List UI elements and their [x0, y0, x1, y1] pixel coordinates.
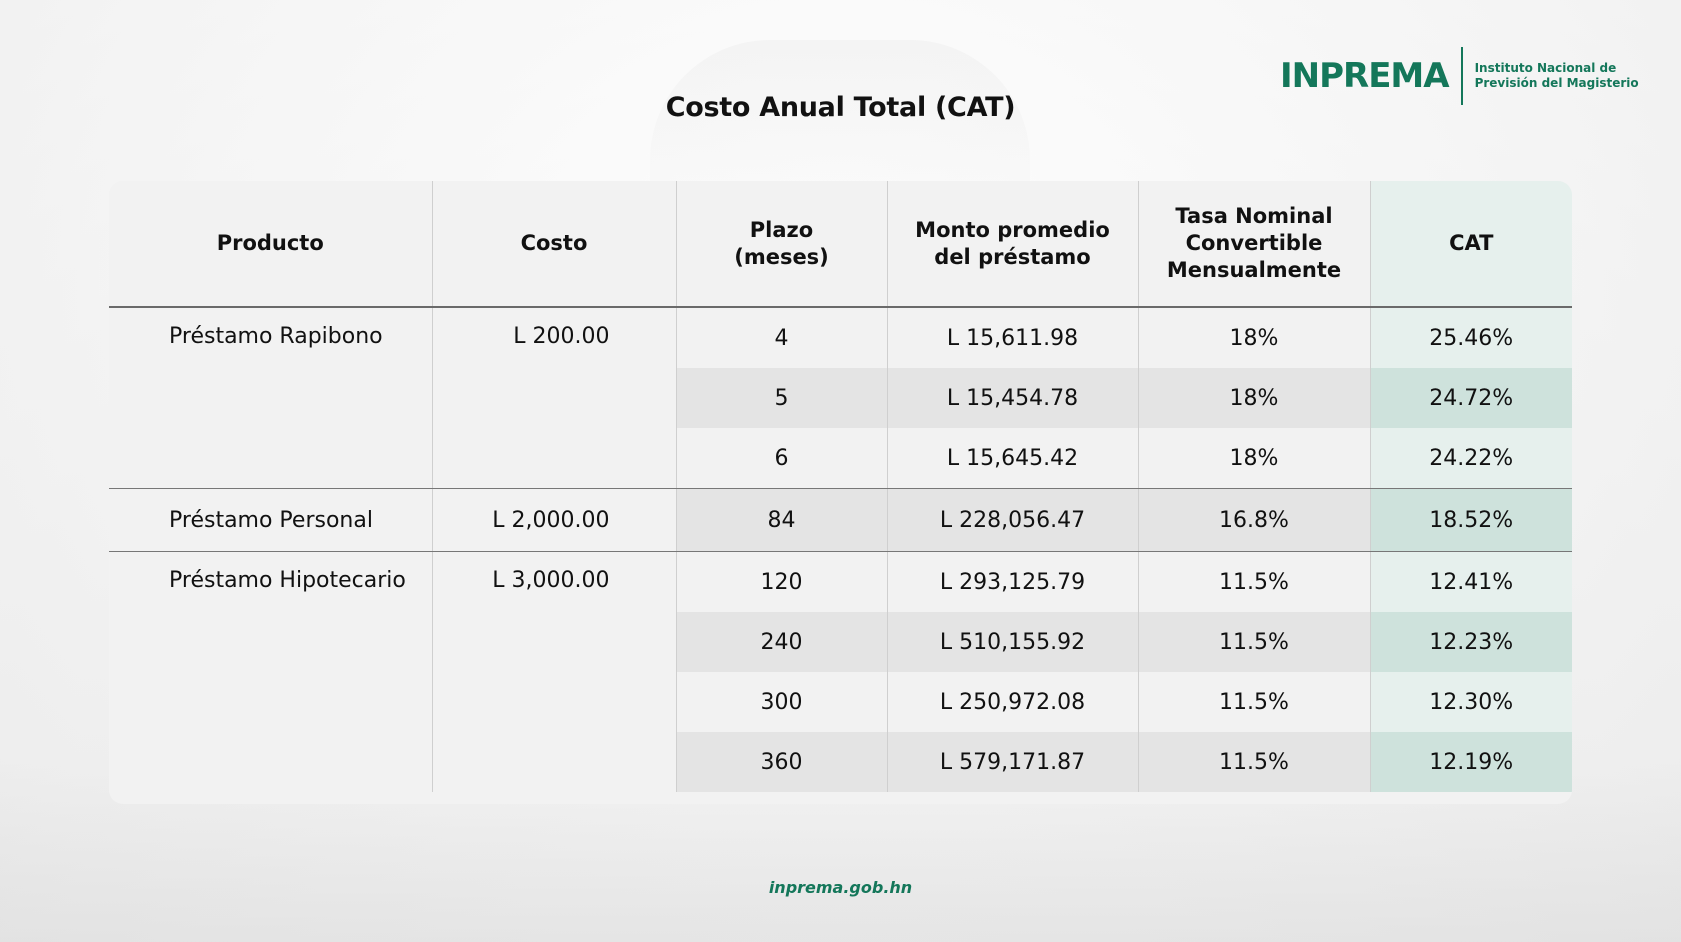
cell-monto: L 15,454.78	[887, 368, 1139, 428]
header-plazo: Plazo (meses)	[676, 181, 888, 308]
cell-monto: L 510,155.92	[887, 612, 1139, 672]
logo-subtitle-line2: Previsión del Magisterio	[1474, 76, 1639, 90]
footer-website-link[interactable]: inprema.gob.hn	[0, 878, 1681, 897]
header-cat: CAT	[1370, 181, 1572, 308]
table-row: Préstamo Rapibono L 200.00 4 L 15,611.98…	[109, 307, 1572, 489]
header-tasa-line3: Mensualmente	[1166, 258, 1342, 282]
cell-cat: 25.46%	[1370, 307, 1572, 368]
cell-plazo: 6	[676, 428, 888, 489]
cell-plazo: 4	[676, 307, 888, 368]
cell-cat: 24.72%	[1370, 368, 1572, 428]
table-row: Préstamo Hipotecario L 3,000.00 120 L 29…	[109, 551, 1572, 792]
logo-subtitle: Instituto Nacional de Previsión del Magi…	[1475, 61, 1639, 91]
cat-table-container: Producto Costo Plazo (meses) Monto prome…	[109, 181, 1572, 804]
header-tasa-line1: Tasa Nominal	[1175, 204, 1333, 228]
cell-cat: 18.52%	[1370, 488, 1572, 552]
cat-table: Producto Costo Plazo (meses) Monto prome…	[109, 181, 1572, 792]
cell-plazo: 5	[676, 368, 888, 428]
cell-cat: 12.30%	[1370, 672, 1572, 732]
header-tasa-line2: Convertible	[1185, 231, 1323, 255]
cell-monto: L 15,645.42	[887, 428, 1139, 489]
page-title: Costo Anual Total (CAT)	[665, 92, 1016, 123]
cell-costo: L 2,000.00	[432, 488, 677, 552]
cell-tasa: 11.5%	[1138, 612, 1371, 672]
header-plazo-line2: (meses)	[734, 244, 829, 269]
cell-monto: L 250,972.08	[887, 672, 1139, 732]
cell-cat: 12.41%	[1370, 551, 1572, 612]
header-costo: Costo	[432, 181, 677, 308]
table-row: Préstamo Personal L 2,000.00 84 L 228,05…	[109, 488, 1572, 552]
cell-producto: Préstamo Personal	[109, 488, 433, 552]
cell-cat: 12.19%	[1370, 732, 1572, 792]
header-monto-line2: del préstamo	[934, 244, 1091, 269]
cell-plazo: 300	[676, 672, 888, 732]
header-monto-line1: Monto promedio	[915, 217, 1110, 242]
cell-cat: 24.22%	[1370, 428, 1572, 489]
header-monto: Monto promedio del préstamo	[887, 181, 1139, 308]
header-tasa: Tasa Nominal Convertible Mensualmente	[1138, 181, 1371, 308]
header-producto: Producto	[109, 181, 433, 308]
cell-tasa: 11.5%	[1138, 672, 1371, 732]
cell-tasa: 18%	[1138, 307, 1371, 368]
header-plazo-line1: Plazo	[749, 217, 814, 242]
logo-subtitle-line1: Instituto Nacional de	[1474, 61, 1617, 75]
cell-tasa: 11.5%	[1138, 551, 1371, 612]
cell-tasa: 11.5%	[1138, 732, 1371, 792]
cell-plazo: 120	[676, 551, 888, 612]
cell-monto: L 579,171.87	[887, 732, 1139, 792]
cell-cat: 12.23%	[1370, 612, 1572, 672]
cell-tasa: 18%	[1138, 428, 1371, 489]
cell-plazo: 84	[676, 488, 888, 552]
table-header-row: Producto Costo Plazo (meses) Monto prome…	[109, 181, 1572, 308]
cell-monto: L 15,611.98	[887, 307, 1139, 368]
cell-producto: Préstamo Hipotecario	[109, 551, 433, 792]
cell-plazo: 240	[676, 612, 888, 672]
cell-plazo: 360	[676, 732, 888, 792]
cell-monto: L 228,056.47	[887, 488, 1139, 552]
cell-monto: L 293,125.79	[887, 551, 1139, 612]
cell-costo: L 3,000.00	[432, 551, 677, 792]
cell-costo: L 200.00	[432, 307, 677, 489]
cell-tasa: 16.8%	[1138, 488, 1371, 552]
cell-tasa: 18%	[1138, 368, 1371, 428]
cell-producto: Préstamo Rapibono	[109, 307, 433, 489]
